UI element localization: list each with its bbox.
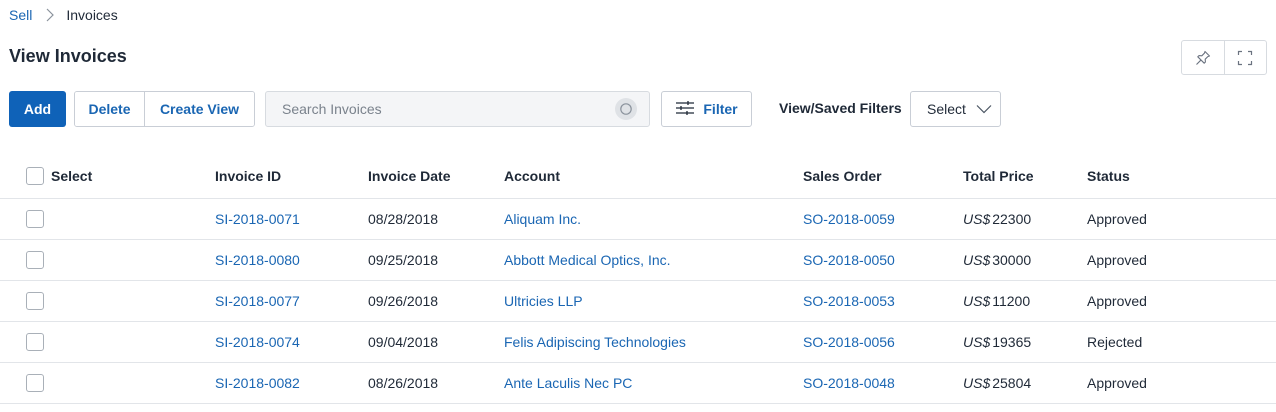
pin-icon[interactable] — [1182, 41, 1224, 74]
account-link[interactable]: Aliquam Inc. — [504, 211, 581, 227]
invoices-table: Select Invoice ID Invoice Date Account S… — [0, 154, 1276, 404]
invoice-id-link[interactable]: SI-2018-0074 — [215, 334, 300, 350]
account-link[interactable]: Ultricies LLP — [504, 293, 583, 309]
invoice-id-link[interactable]: SI-2018-0080 — [215, 252, 300, 268]
create-view-button[interactable]: Create View — [144, 92, 254, 126]
total-price: US$ 11200 — [963, 281, 1030, 321]
sliders-icon — [675, 100, 695, 119]
currency-symbol: US$ — [963, 293, 991, 309]
status: Approved — [1087, 293, 1147, 309]
filter-label: Filter — [703, 101, 738, 117]
invoice-date: 09/04/2018 — [368, 334, 439, 350]
header-status[interactable]: Status — [1087, 154, 1130, 198]
amount: 30000 — [992, 252, 1032, 268]
search-box — [265, 91, 650, 127]
table-row: SI-2018-0074 09/04/2018 Felis Adipiscing… — [0, 322, 1276, 363]
row-checkbox[interactable] — [26, 210, 44, 228]
header-select-label: Select — [51, 168, 93, 184]
saved-filters-label: View/Saved Filters — [779, 100, 902, 116]
search-icon[interactable] — [615, 98, 637, 120]
search-input[interactable] — [266, 92, 615, 126]
header-account[interactable]: Account — [504, 154, 560, 198]
header-tools — [1181, 40, 1267, 75]
amount: 19365 — [992, 334, 1032, 350]
account-link[interactable]: Ante Laculis Nec PC — [504, 375, 632, 391]
sales-order-link[interactable]: SO-2018-0048 — [803, 375, 895, 391]
status: Approved — [1087, 211, 1147, 227]
account-link[interactable]: Abbott Medical Optics, Inc. — [504, 252, 671, 268]
chevron-down-icon — [976, 101, 992, 117]
table-row: SI-2018-0080 09/25/2018 Abbott Medical O… — [0, 240, 1276, 281]
invoice-date: 09/25/2018 — [368, 252, 439, 268]
currency-symbol: US$ — [963, 375, 991, 391]
header-select-cell: Select — [26, 154, 92, 198]
amount: 22300 — [992, 211, 1032, 227]
row-checkbox[interactable] — [26, 374, 44, 392]
chevron-right-icon — [46, 8, 55, 22]
header-invoice-date[interactable]: Invoice Date — [368, 154, 450, 198]
sales-order-link[interactable]: SO-2018-0053 — [803, 293, 895, 309]
header-sales-order[interactable]: Sales Order — [803, 154, 882, 198]
fullscreen-icon[interactable] — [1223, 41, 1267, 74]
status: Approved — [1087, 252, 1147, 268]
table-row: SI-2018-0071 08/28/2018 Aliquam Inc. SO-… — [0, 199, 1276, 240]
invoice-id-link[interactable]: SI-2018-0077 — [215, 293, 300, 309]
invoice-date: 08/26/2018 — [368, 375, 439, 391]
invoice-id-link[interactable]: SI-2018-0071 — [215, 211, 300, 227]
breadcrumb-sell-link[interactable]: Sell — [9, 7, 32, 23]
currency-symbol: US$ — [963, 252, 991, 268]
amount: 11200 — [992, 293, 1031, 309]
invoice-date: 08/28/2018 — [368, 211, 439, 227]
saved-filters-select[interactable]: Select — [910, 91, 1001, 127]
row-checkbox[interactable] — [26, 292, 44, 310]
select-all-checkbox[interactable] — [26, 167, 44, 185]
sales-order-link[interactable]: SO-2018-0050 — [803, 252, 895, 268]
delete-button[interactable]: Delete — [75, 92, 144, 126]
action-button-group: Delete Create View — [74, 91, 255, 127]
table-row: SI-2018-0077 09/26/2018 Ultricies LLP SO… — [0, 281, 1276, 322]
table-header-row: Select Invoice ID Invoice Date Account S… — [0, 154, 1276, 199]
breadcrumb: Sell Invoices — [9, 7, 118, 23]
row-checkbox[interactable] — [26, 251, 44, 269]
total-price: US$ 25804 — [963, 363, 1031, 403]
total-price: US$ 22300 — [963, 199, 1031, 239]
amount: 25804 — [992, 375, 1032, 391]
add-button[interactable]: Add — [9, 91, 66, 127]
total-price: US$ 19365 — [963, 322, 1031, 362]
saved-filters-value: Select — [927, 101, 966, 117]
table-row: SI-2018-0082 08/26/2018 Ante Laculis Nec… — [0, 363, 1276, 404]
page-title: View Invoices — [9, 46, 127, 66]
account-link[interactable]: Felis Adipiscing Technologies — [504, 334, 686, 350]
sales-order-link[interactable]: SO-2018-0056 — [803, 334, 895, 350]
header-total-price[interactable]: Total Price — [963, 154, 1034, 198]
total-price: US$ 30000 — [963, 240, 1031, 280]
status: Rejected — [1087, 334, 1143, 350]
status: Approved — [1087, 375, 1147, 391]
sales-order-link[interactable]: SO-2018-0059 — [803, 211, 895, 227]
row-checkbox[interactable] — [26, 333, 44, 351]
breadcrumb-current: Invoices — [66, 7, 118, 23]
invoice-id-link[interactable]: SI-2018-0082 — [215, 375, 300, 391]
currency-symbol: US$ — [963, 334, 991, 350]
header-invoice-id[interactable]: Invoice ID — [215, 154, 281, 198]
currency-symbol: US$ — [963, 211, 991, 227]
invoice-date: 09/26/2018 — [368, 293, 439, 309]
filter-button[interactable]: Filter — [661, 91, 752, 127]
